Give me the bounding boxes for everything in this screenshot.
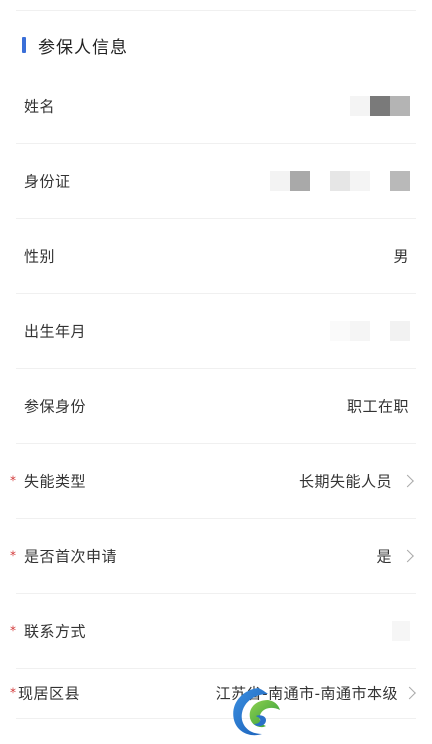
field-gender: 性别 男 — [0, 218, 432, 293]
field-gender-label: 性别 — [24, 247, 56, 265]
field-id-card-label: 身份证 — [24, 172, 71, 190]
required-mark: * — [10, 547, 16, 562]
app-logo-icon — [233, 688, 280, 736]
field-birth-value-masked — [330, 320, 410, 341]
field-gender-value: 男 — [393, 247, 409, 265]
chevron-right-icon[interactable] — [401, 549, 414, 562]
divider — [16, 718, 416, 719]
required-mark: * — [10, 472, 16, 487]
required-mark: * — [10, 622, 16, 637]
field-county-label: 现居区县 — [18, 684, 81, 703]
field-identity-value: 职工在职 — [346, 397, 409, 415]
field-contact-label: 联系方式 — [24, 622, 87, 640]
field-first-application[interactable]: * 是否首次申请 是 — [0, 518, 432, 593]
section-header: 参保人信息 — [0, 32, 128, 58]
field-id-card: 身份证 — [0, 143, 432, 218]
field-disability-type[interactable]: * 失能类型 长期失能人员 — [0, 443, 432, 518]
field-name-label: 姓名 — [24, 97, 56, 115]
field-birth-label: 出生年月 — [24, 322, 87, 340]
chevron-right-icon[interactable] — [401, 474, 414, 487]
field-name-value-masked — [350, 95, 410, 116]
field-first-application-value[interactable]: 是 — [376, 545, 392, 566]
field-identity-label: 参保身份 — [24, 397, 87, 415]
chevron-right-icon[interactable] — [403, 686, 416, 700]
section-title: 参保人信息 — [38, 37, 128, 58]
field-name: 姓名 — [0, 68, 432, 143]
top-divider — [16, 10, 416, 11]
field-first-application-label: 是否首次申请 — [24, 547, 118, 565]
field-disability-type-label: 失能类型 — [24, 472, 87, 490]
required-mark: * — [10, 685, 16, 700]
field-id-card-value-masked — [270, 170, 410, 191]
field-identity: 参保身份 职工在职 — [0, 368, 432, 443]
field-disability-type-value[interactable]: 长期失能人员 — [299, 470, 392, 491]
field-contact-value-masked[interactable] — [392, 620, 410, 641]
field-birth: 出生年月 — [0, 293, 432, 368]
section-accent-bar — [22, 37, 26, 53]
